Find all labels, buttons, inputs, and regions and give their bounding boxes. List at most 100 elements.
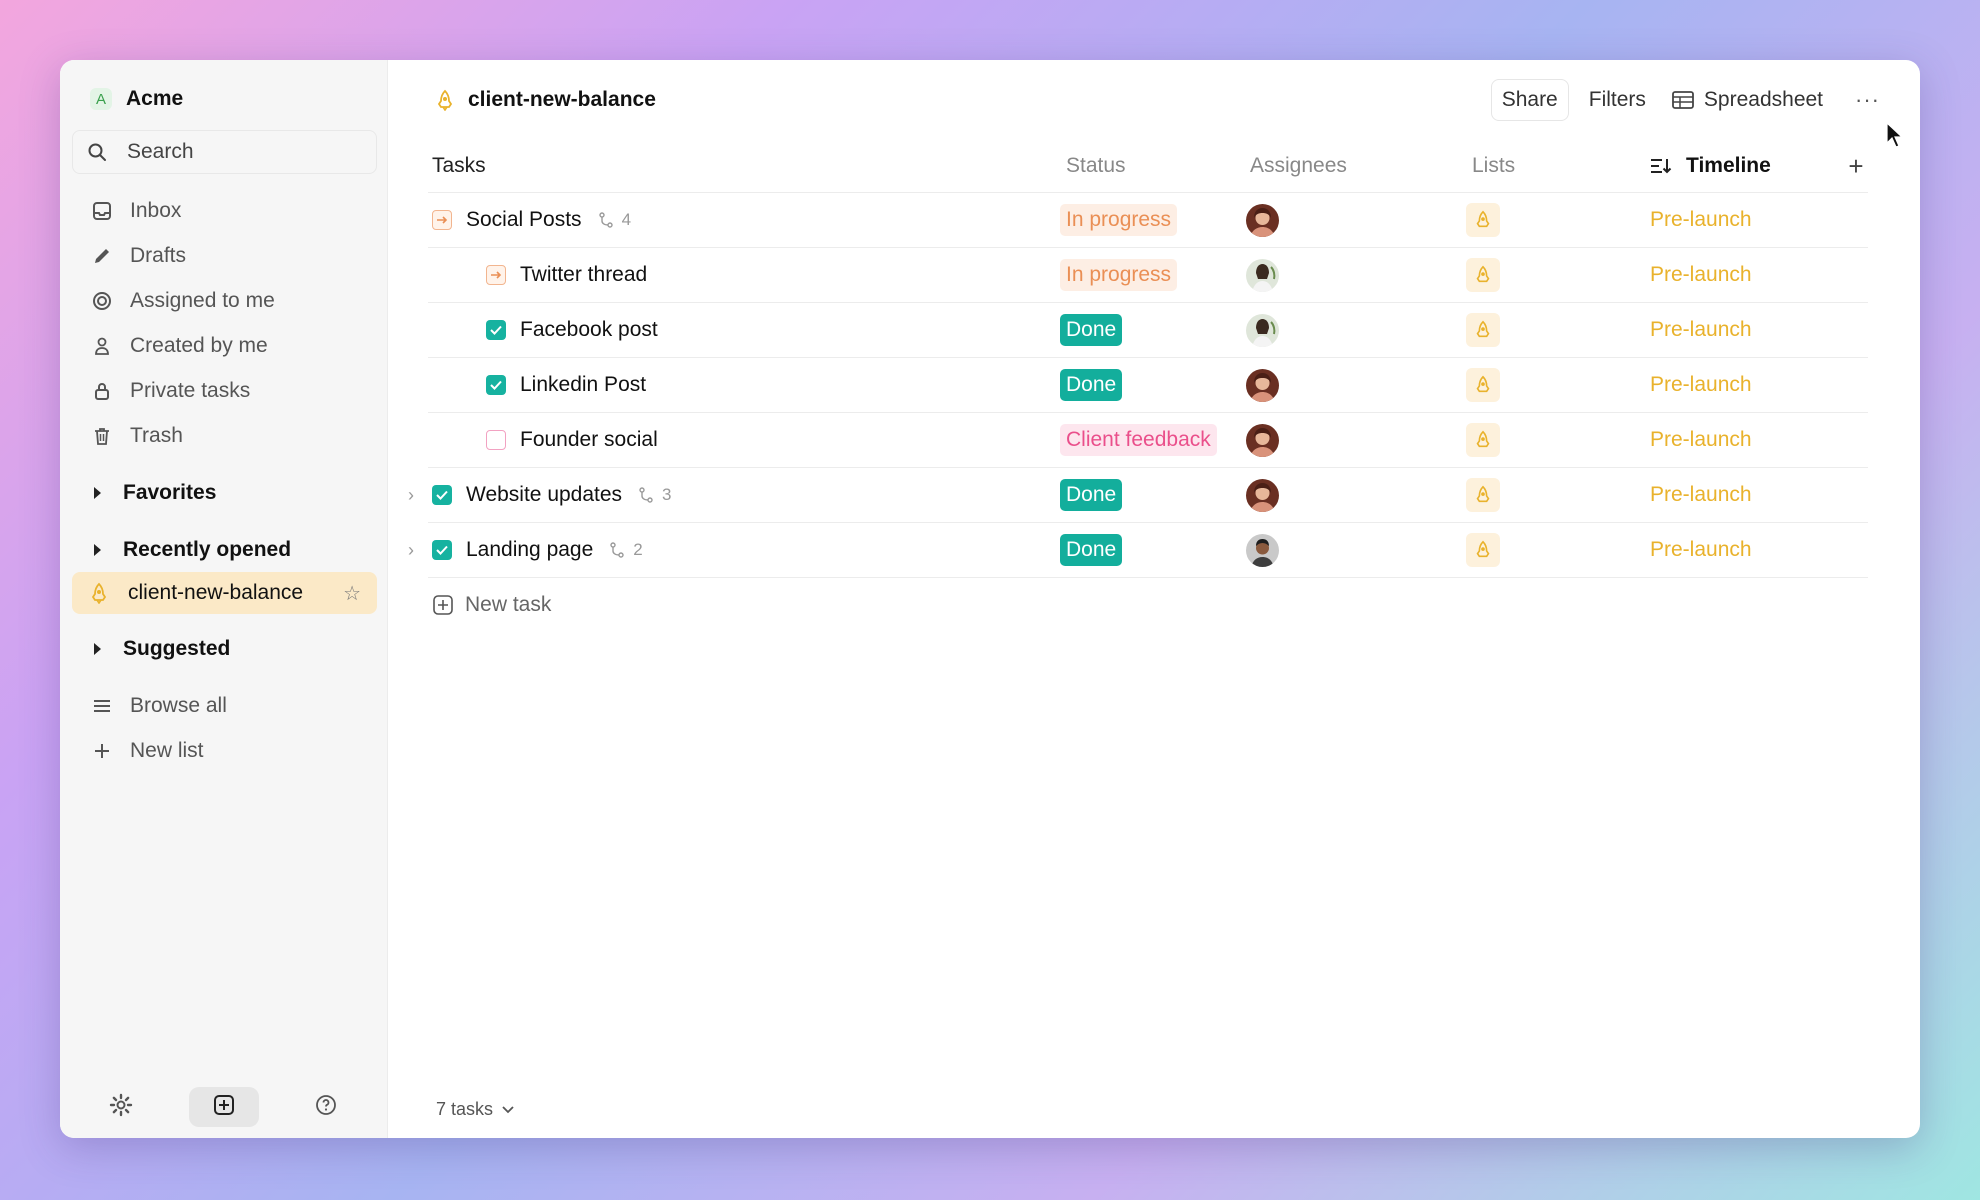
- list-cell[interactable]: [1466, 478, 1644, 512]
- subtask-icon: [610, 542, 624, 558]
- task-name[interactable]: Facebook post: [520, 318, 658, 342]
- sidebar-nav: Inbox Drafts Assigned to me Created by m…: [70, 188, 377, 458]
- sidebar-item-trash[interactable]: Trash: [70, 413, 377, 458]
- status-cell[interactable]: Done: [1060, 314, 1244, 346]
- timeline-cell[interactable]: Pre-launch: [1644, 373, 1844, 397]
- view-switcher-button[interactable]: Spreadsheet: [1672, 88, 1823, 112]
- task-name[interactable]: Website updates: [466, 483, 622, 507]
- done-checkbox[interactable]: [486, 320, 506, 340]
- column-header-assignees[interactable]: Assignees: [1244, 154, 1466, 178]
- done-checkbox[interactable]: [432, 540, 452, 560]
- assignee-cell[interactable]: [1244, 368, 1466, 402]
- assignee-cell[interactable]: [1244, 258, 1466, 292]
- sidebar-item-new-list[interactable]: New list: [70, 728, 377, 773]
- status-cell[interactable]: In progress: [1060, 259, 1244, 291]
- task-cell: Social Posts 4: [428, 208, 1060, 232]
- task-count-dropdown[interactable]: 7 tasks: [436, 1099, 515, 1120]
- todo-checkbox[interactable]: [486, 430, 506, 450]
- rocket-icon: [1466, 203, 1500, 237]
- star-icon[interactable]: ☆: [343, 581, 361, 606]
- table-row[interactable]: Social Posts 4 In progress Pre-launch: [428, 193, 1868, 248]
- settings-button[interactable]: [86, 1087, 156, 1127]
- timeline-cell[interactable]: Pre-launch: [1644, 263, 1844, 287]
- task-name[interactable]: Linkedin Post: [520, 373, 646, 397]
- assignee-cell[interactable]: [1244, 423, 1466, 457]
- assignee-cell[interactable]: [1244, 478, 1466, 512]
- table-row[interactable]: Facebook post Done Pre-launch: [428, 303, 1868, 358]
- chevron-right-icon[interactable]: ›: [408, 485, 414, 506]
- chevron-right-icon[interactable]: ›: [408, 540, 414, 561]
- status-cell[interactable]: Done: [1060, 534, 1244, 566]
- status-cell[interactable]: Done: [1060, 479, 1244, 511]
- column-header-timeline[interactable]: Timeline: [1644, 154, 1844, 178]
- status-cell[interactable]: Client feedback: [1060, 424, 1244, 456]
- table-row[interactable]: › Landing page 2 Done Pre-launch: [408, 523, 1868, 578]
- section-recently-opened[interactable]: Recently opened: [70, 527, 377, 572]
- subtask-count-value: 3: [662, 485, 672, 504]
- subtask-count: 4: [598, 210, 631, 230]
- rocket-icon: [1466, 258, 1500, 292]
- section-suggested[interactable]: Suggested: [70, 626, 377, 671]
- share-button[interactable]: Share: [1490, 79, 1569, 121]
- inbox-icon: [90, 199, 114, 223]
- in-progress-checkbox[interactable]: [432, 210, 452, 230]
- filters-button[interactable]: Filters: [1589, 88, 1646, 112]
- sidebar-item-private[interactable]: Private tasks: [70, 368, 377, 413]
- rocket-icon: [1466, 368, 1500, 402]
- view-label: Spreadsheet: [1703, 88, 1824, 111]
- timeline-cell[interactable]: Pre-launch: [1644, 318, 1844, 342]
- list-cell[interactable]: [1466, 423, 1644, 457]
- timeline-cell[interactable]: Pre-launch: [1644, 208, 1844, 232]
- task-name[interactable]: Twitter thread: [520, 263, 647, 287]
- table-row[interactable]: Founder social Client feedback Pre-launc…: [428, 413, 1868, 468]
- table-row[interactable]: Twitter thread In progress Pre-launch: [428, 248, 1868, 303]
- table-row[interactable]: Linkedin Post Done Pre-launch: [428, 358, 1868, 413]
- sidebar-item-browse-all[interactable]: Browse all: [70, 683, 377, 728]
- list-cell[interactable]: [1466, 533, 1644, 567]
- timeline-cell[interactable]: Pre-launch: [1644, 428, 1844, 452]
- column-header-status[interactable]: Status: [1060, 154, 1244, 178]
- add-column-button[interactable]: +: [1844, 151, 1868, 182]
- list-cell[interactable]: [1466, 313, 1644, 347]
- task-name[interactable]: Founder social: [520, 428, 658, 452]
- assignee-cell[interactable]: [1244, 533, 1466, 567]
- search-input[interactable]: Search: [72, 130, 377, 174]
- list-cell[interactable]: [1466, 368, 1644, 402]
- status-badge: Done: [1060, 479, 1123, 511]
- new-item-button[interactable]: [188, 1087, 259, 1127]
- column-header-lists[interactable]: Lists: [1466, 154, 1644, 178]
- in-progress-checkbox[interactable]: [486, 265, 506, 285]
- sidebar-item-label: Assigned to me: [130, 288, 275, 312]
- sidebar-item-created[interactable]: Created by me: [70, 323, 377, 368]
- rocket-icon: [1466, 478, 1500, 512]
- section-favorites[interactable]: Favorites: [70, 470, 377, 515]
- timeline-cell[interactable]: Pre-launch: [1644, 538, 1844, 562]
- task-cell: Founder social: [428, 428, 1060, 452]
- avatar: [1246, 533, 1279, 567]
- trash-icon: [90, 424, 114, 448]
- section-label: Suggested: [123, 636, 231, 660]
- status-cell[interactable]: In progress: [1060, 204, 1244, 236]
- avatar: [1246, 258, 1279, 292]
- timeline-cell[interactable]: Pre-launch: [1644, 483, 1844, 507]
- done-checkbox[interactable]: [486, 375, 506, 395]
- assignee-cell[interactable]: [1244, 313, 1466, 347]
- new-task-button[interactable]: New task: [428, 578, 1868, 632]
- sidebar-item-assigned[interactable]: Assigned to me: [70, 278, 377, 323]
- filters-label: Filters: [1588, 88, 1646, 111]
- help-button[interactable]: [291, 1087, 361, 1127]
- workspace-switcher[interactable]: A Acme: [70, 80, 377, 118]
- done-checkbox[interactable]: [432, 485, 452, 505]
- task-name[interactable]: Social Posts: [466, 208, 582, 232]
- column-header-tasks[interactable]: Tasks: [428, 154, 1060, 178]
- sidebar-item-client-new-balance[interactable]: client-new-balance ☆: [72, 572, 377, 614]
- status-cell[interactable]: Done: [1060, 369, 1244, 401]
- list-cell[interactable]: [1466, 258, 1644, 292]
- more-options-button[interactable]: ···: [1855, 87, 1880, 113]
- list-cell[interactable]: [1466, 203, 1644, 237]
- sidebar-item-drafts[interactable]: Drafts: [70, 233, 377, 278]
- table-row[interactable]: › Website updates 3 Done Pre-launch: [408, 468, 1868, 523]
- sidebar-item-inbox[interactable]: Inbox: [70, 188, 377, 233]
- task-name[interactable]: Landing page: [466, 538, 593, 562]
- assignee-cell[interactable]: [1244, 203, 1466, 237]
